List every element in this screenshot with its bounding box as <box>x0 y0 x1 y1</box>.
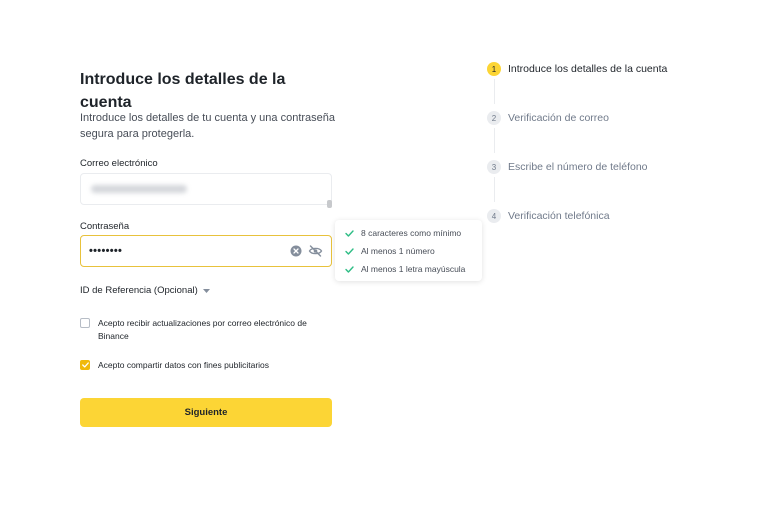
clear-icon[interactable] <box>290 245 302 257</box>
step-phone-verification: 4 Verificación telefónica <box>487 209 610 223</box>
email-updates-consent: Acepto recibir actualizaciones por corre… <box>80 317 338 343</box>
email-field[interactable] <box>80 173 332 208</box>
step-number: 1 <box>487 62 501 76</box>
ads-data-consent: Acepto compartir datos con fines publici… <box>80 359 338 372</box>
password-field[interactable]: •••••••• <box>80 235 332 267</box>
step-number: 2 <box>487 111 501 125</box>
step-number: 3 <box>487 160 501 174</box>
password-rule-text: 8 caracteres como mínimo <box>361 228 462 238</box>
referral-id-toggle[interactable]: ID de Referencia (Opcional) <box>80 285 210 296</box>
step-connector <box>493 79 495 104</box>
step-label: Verificación de correo <box>508 112 609 124</box>
password-rule: Al menos 1 número <box>335 242 482 260</box>
ads-data-label[interactable]: Acepto compartir datos con fines publici… <box>98 359 338 372</box>
step-email-verification: 2 Verificación de correo <box>487 111 609 125</box>
step-number: 4 <box>487 209 501 223</box>
password-value: •••••••• <box>89 245 123 257</box>
step-label: Verificación telefónica <box>508 210 610 222</box>
email-field-scroll-marker <box>327 200 332 208</box>
email-value-redacted <box>91 185 187 193</box>
step-label: Introduce los detalles de la cuenta <box>508 63 668 75</box>
step-label: Escribe el número de teléfono <box>508 161 648 173</box>
email-label: Correo electrónico <box>80 158 158 169</box>
password-label: Contraseña <box>80 221 130 232</box>
step-account-details: 1 Introduce los detalles de la cuenta <box>487 62 667 76</box>
password-requirements-tooltip: 8 caracteres como mínimo Al menos 1 núme… <box>335 220 482 281</box>
check-icon <box>345 229 355 237</box>
check-icon <box>345 247 355 255</box>
next-button[interactable]: Siguiente <box>80 398 332 427</box>
email-updates-label[interactable]: Acepto recibir actualizaciones por corre… <box>98 317 338 343</box>
check-icon <box>345 265 355 273</box>
eye-off-icon[interactable] <box>308 245 323 257</box>
password-rule-text: Al menos 1 letra mayúscula <box>361 264 466 274</box>
step-connector <box>493 128 495 153</box>
page-subtitle: Introduce los detalles de tu cuenta y un… <box>80 112 336 140</box>
step-connector <box>493 177 495 202</box>
checkmark-icon <box>81 362 89 368</box>
referral-id-label: ID de Referencia (Opcional) <box>80 285 198 296</box>
caret-down-icon <box>202 288 210 293</box>
password-rule: 8 caracteres como mínimo <box>335 224 482 242</box>
ads-data-checkbox[interactable] <box>80 360 90 370</box>
step-phone-number: 3 Escribe el número de teléfono <box>487 160 648 174</box>
email-updates-checkbox[interactable] <box>80 318 90 328</box>
password-rule: Al menos 1 letra mayúscula <box>335 260 482 278</box>
page-title: Introduce los detalles de la cuenta <box>80 70 286 111</box>
password-rule-text: Al menos 1 número <box>361 246 435 256</box>
